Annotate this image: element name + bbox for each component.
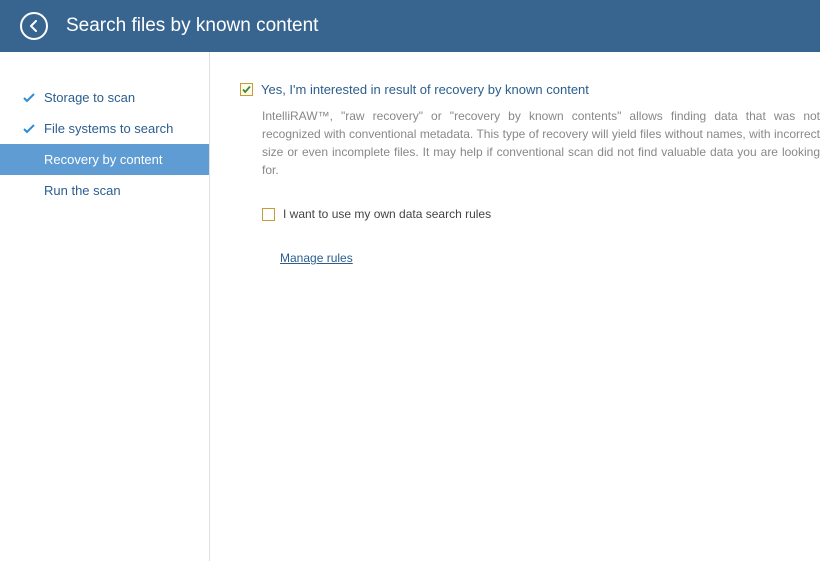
primary-checkbox-label: Yes, I'm interested in result of recover…: [261, 82, 589, 97]
app-header: Search files by known content: [0, 0, 820, 52]
main-panel: Yes, I'm interested in result of recover…: [210, 52, 820, 561]
own-rules-label: I want to use my own data search rules: [283, 207, 491, 221]
own-rules-checkbox[interactable]: [262, 208, 275, 221]
own-rules-row: I want to use my own data search rules: [262, 207, 820, 221]
sidebar-item-label: Recovery by content: [44, 152, 209, 167]
back-button[interactable]: [20, 12, 48, 40]
checkmark-icon: [22, 186, 36, 196]
description-text: IntelliRAW™, "raw recovery" or "recovery…: [262, 107, 820, 179]
sidebar-item-label: Run the scan: [44, 183, 209, 198]
body: Storage to scan File systems to search R…: [0, 52, 820, 561]
sidebar-item-filesystems[interactable]: File systems to search: [0, 113, 209, 144]
sidebar-item-storage[interactable]: Storage to scan: [0, 82, 209, 113]
primary-option-row: Yes, I'm interested in result of recover…: [240, 82, 820, 97]
sidebar-item-label: File systems to search: [44, 121, 209, 136]
primary-checkbox[interactable]: [240, 83, 253, 96]
sidebar-item-label: Storage to scan: [44, 90, 209, 105]
checkmark-icon: [22, 124, 36, 134]
page-title: Search files by known content: [66, 15, 318, 37]
arrow-left-icon: [28, 20, 40, 32]
sidebar-item-run[interactable]: Run the scan: [0, 175, 209, 206]
checkmark-icon: [22, 155, 36, 165]
wizard-sidebar: Storage to scan File systems to search R…: [0, 52, 210, 561]
sidebar-item-recovery[interactable]: Recovery by content: [0, 144, 209, 175]
checkmark-icon: [22, 93, 36, 103]
manage-rules-link[interactable]: Manage rules: [280, 251, 820, 265]
